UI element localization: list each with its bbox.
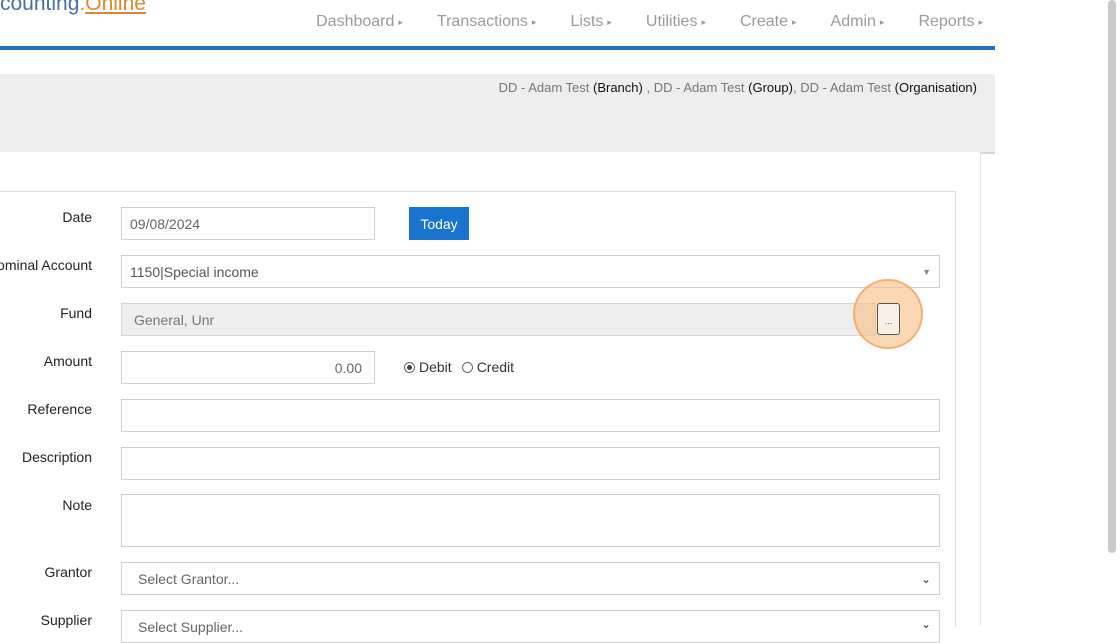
nav-lists[interactable]: Lists ▸	[544, 13, 619, 31]
nav-create-label: Create	[739, 13, 789, 30]
main-nav: Dashboard ▸ Transactions ▸ Lists ▸ Utilitie…	[290, 13, 991, 31]
nav-transactions[interactable]: Transactions ▸	[411, 13, 545, 31]
group-tag: (Group)	[748, 80, 793, 95]
debit-label: Debit	[419, 359, 452, 375]
caret-right-icon: ▸	[978, 17, 983, 27]
separator: ,	[646, 80, 651, 95]
app-logo[interactable]: counting.Online	[0, 0, 146, 16]
fund-value: General, Unr	[134, 311, 215, 328]
today-button[interactable]: Today	[409, 207, 469, 240]
nav-admin[interactable]: Admin ▸	[805, 13, 893, 31]
caret-right-icon: ▸	[531, 17, 537, 27]
credit-radio[interactable]	[461, 361, 473, 373]
nominal-account-select[interactable]: 1150|Special income ▼	[121, 255, 940, 288]
debit-credit-toggle: Debit Credit	[404, 359, 514, 375]
branch-tag: (Branch)	[593, 80, 643, 95]
supplier-select[interactable]: Select Supplier... ⌄	[121, 610, 940, 643]
nominal-account-value: 1150|Special income	[130, 263, 259, 280]
date-input[interactable]: 09/08/2024	[121, 207, 375, 240]
amount-label: Amount	[43, 353, 92, 369]
separator: ,	[792, 80, 797, 95]
branch-name: DD - Adam Test	[498, 80, 590, 95]
debit-radio[interactable]	[404, 361, 415, 373]
note-label: Note	[62, 497, 92, 513]
grantor-select[interactable]: Select Grantor... ⌄	[121, 562, 940, 595]
nav-dashboard-label: Dashboard	[316, 13, 395, 30]
logo-text: counting	[0, 0, 80, 15]
description-label: Description	[21, 449, 92, 465]
fund-input: General, Unr	[121, 303, 876, 336]
amount-value: 0.00	[334, 359, 362, 376]
nav-dashboard[interactable]: Dashboard ▸	[290, 13, 411, 31]
caret-right-icon: ▸	[607, 17, 612, 27]
reference-input[interactable]	[121, 399, 940, 432]
chevron-down-icon: ⌄	[920, 617, 931, 631]
nav-reports[interactable]: Reports ▸	[892, 13, 991, 31]
amount-input[interactable]: 0.00	[121, 351, 375, 384]
context-breadcrumb: DD - Adam Test (Branch) , DD - Adam Test…	[499, 80, 977, 95]
header-divider	[0, 46, 995, 50]
nav-lists-label: Lists	[570, 13, 604, 30]
nav-admin-label: Admin	[830, 13, 876, 30]
grantor-label: Grantor	[44, 564, 92, 580]
nav-utilities[interactable]: Utilities ▸	[620, 13, 714, 31]
supplier-placeholder: Select Supplier...	[138, 619, 244, 635]
description-input[interactable]	[121, 447, 940, 480]
nav-transactions-label: Transactions	[436, 13, 528, 30]
org-tag: (Organisation)	[894, 80, 977, 95]
date-value: 09/08/2024	[130, 215, 201, 232]
credit-label: Credit	[476, 359, 515, 375]
caret-right-icon: ▸	[398, 17, 403, 27]
nav-utilities-label: Utilities	[645, 13, 698, 30]
caret-right-icon: ▸	[792, 17, 797, 27]
caret-right-icon: ▸	[879, 17, 885, 27]
fund-label: Fund	[60, 305, 92, 321]
ellipsis-icon: ...	[884, 316, 893, 326]
group-name: DD - Adam Test	[653, 80, 745, 95]
date-label: Date	[62, 209, 92, 225]
chevron-down-icon: ⌄	[920, 571, 931, 586]
page-scrollbar[interactable]	[1108, 0, 1116, 553]
grantor-placeholder: Select Grantor...	[138, 570, 240, 587]
org-name: DD - Adam Test	[800, 80, 891, 95]
logo-online: Online	[85, 0, 146, 15]
top-bar: counting.Online Dashboard ▸ Transactions ▸…	[0, 0, 995, 46]
nominal-account-label: ominal Account	[0, 257, 92, 273]
fund-browse-button[interactable]: ...	[877, 303, 900, 335]
context-bar: DD - Adam Test (Branch) , DD - Adam Test…	[0, 74, 995, 154]
note-textarea[interactable]	[121, 494, 940, 547]
reference-label: Reference	[27, 401, 92, 417]
nav-create[interactable]: Create ▸	[714, 13, 805, 31]
nav-reports-label: Reports	[918, 13, 975, 30]
dropdown-arrow-icon: ▼	[922, 266, 931, 277]
caret-right-icon: ▸	[701, 17, 706, 27]
